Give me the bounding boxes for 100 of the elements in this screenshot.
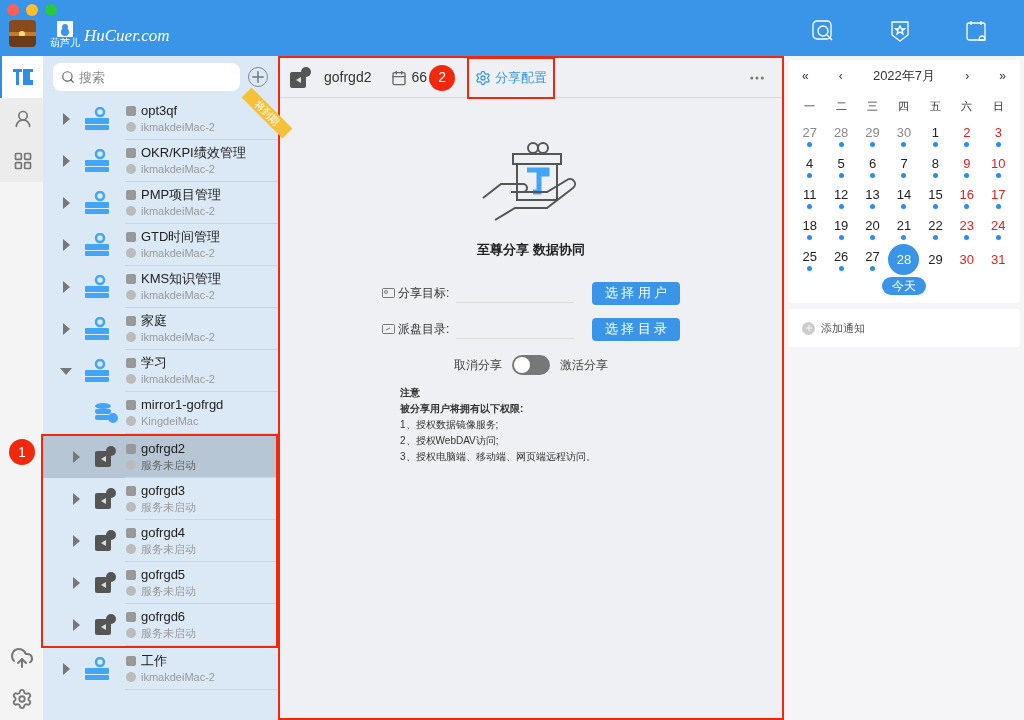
star-shield-icon[interactable] xyxy=(890,20,910,42)
caret-down-icon[interactable] xyxy=(60,367,72,375)
calendar-bell-icon[interactable] xyxy=(966,20,988,42)
day-cell[interactable]: 11 xyxy=(802,186,817,203)
caret-right-icon[interactable] xyxy=(62,663,70,675)
day-cell[interactable]: 31 xyxy=(991,251,1006,268)
day-cell[interactable]: 29 xyxy=(865,124,880,141)
cloud-upload-icon[interactable] xyxy=(9,646,34,670)
rail-tab[interactable] xyxy=(0,56,43,98)
day-cell[interactable]: 27 xyxy=(802,124,817,141)
day-cell[interactable]: 2 xyxy=(963,124,971,141)
item-host: ikmakdeiMac-2 xyxy=(141,287,215,303)
type-icon xyxy=(125,356,137,369)
share-folder-icon xyxy=(288,65,312,90)
caret-right-icon[interactable] xyxy=(62,281,70,293)
prev-month-button[interactable]: ‹ xyxy=(838,67,843,85)
item-host: ikmakdeiMac-2 xyxy=(141,669,215,685)
day-cell[interactable]: 6 xyxy=(868,155,877,172)
day-cell[interactable]: 25 xyxy=(802,248,817,265)
add-notice-label: 添加通知 xyxy=(821,320,865,336)
host-icon xyxy=(125,120,137,133)
day-cell[interactable]: 10 xyxy=(991,155,1006,172)
type-icon xyxy=(125,188,137,201)
weekday-label: 一 xyxy=(803,99,817,114)
day-cell[interactable]: 5 xyxy=(837,155,845,172)
caret-right-icon[interactable] xyxy=(62,155,70,167)
month-title: 2022年7月 xyxy=(872,67,936,86)
logo-subtitle: 葫芦儿 xyxy=(50,38,80,48)
host-icon xyxy=(125,330,137,343)
day-cell[interactable]: 12 xyxy=(833,186,849,203)
share-folder-icon xyxy=(93,529,117,553)
minimize-button[interactable] xyxy=(26,4,38,16)
item-host: ikmakdeiMac-2 xyxy=(141,329,215,345)
notes-heading: 注意 xyxy=(400,385,421,400)
caret-right-icon[interactable] xyxy=(72,493,80,505)
tree-item[interactable]: gofrgd2 服务未启动 xyxy=(43,436,276,478)
caret-right-icon[interactable] xyxy=(62,113,70,125)
day-cell[interactable]: 26 xyxy=(833,248,849,265)
day-cell[interactable]: 17 xyxy=(991,186,1006,203)
gear-icon xyxy=(475,69,492,86)
day-cell[interactable]: 1 xyxy=(931,124,940,141)
day-cell[interactable]: 30 xyxy=(896,124,912,141)
search-icon xyxy=(61,70,75,84)
settings-icon[interactable] xyxy=(10,688,33,710)
host-icon xyxy=(125,414,137,427)
item-name: opt3qf xyxy=(141,102,178,119)
day-cell[interactable]: 14 xyxy=(896,186,912,203)
day-cell[interactable]: 8 xyxy=(931,155,940,172)
day-cell[interactable]: 15 xyxy=(928,186,943,203)
type-icon xyxy=(125,568,137,581)
day-cell[interactable]: 23 xyxy=(959,217,975,234)
apps-icon xyxy=(12,151,33,171)
type-icon xyxy=(125,272,137,285)
caret-right-icon[interactable] xyxy=(62,323,70,335)
day-cell[interactable]: 20 xyxy=(865,217,880,234)
day-cell[interactable]: 9 xyxy=(963,155,971,172)
prev-year-button[interactable]: « xyxy=(802,67,809,85)
drive-icon xyxy=(83,359,111,383)
item-name: mirror1-gofrgd xyxy=(141,396,224,413)
share-folder-icon xyxy=(93,487,117,511)
search-field[interactable]: 搜索 xyxy=(53,63,240,91)
next-month-button[interactable]: › xyxy=(965,67,970,85)
type-icon xyxy=(125,230,137,243)
item-host: KingdeiMac xyxy=(141,413,199,429)
day-cell[interactable]: 4 xyxy=(806,155,814,172)
day-cell[interactable]: 16 xyxy=(959,186,975,203)
day-cell[interactable]: 30 xyxy=(959,251,975,268)
caret-right-icon[interactable] xyxy=(72,535,80,547)
day-cell[interactable]: 28 xyxy=(833,124,849,141)
drive-icon xyxy=(83,107,111,131)
notes-line: 1、授权数据镜像服务; xyxy=(400,417,500,432)
day-cell[interactable]: 22 xyxy=(928,217,943,234)
caret-right-icon[interactable] xyxy=(62,239,70,251)
share-folder-icon xyxy=(93,571,117,595)
day-cell[interactable]: 18 xyxy=(802,217,817,234)
caret-right-icon[interactable] xyxy=(62,197,70,209)
day-cell[interactable]: 19 xyxy=(833,217,849,234)
type-icon xyxy=(125,526,137,539)
user-icon xyxy=(12,109,33,129)
day-cell[interactable]: 29 xyxy=(928,251,943,268)
item-name: PMP项目管理 xyxy=(141,186,222,203)
day-cell[interactable]: 21 xyxy=(896,217,912,234)
next-year-button[interactable]: » xyxy=(999,67,1006,85)
host-icon xyxy=(125,204,137,217)
notice-card[interactable]: 添加通知 xyxy=(788,309,1020,347)
caret-right-icon[interactable] xyxy=(72,619,80,631)
item-name: 工作 xyxy=(141,652,167,669)
caret-right-icon[interactable] xyxy=(72,577,80,589)
caret-right-icon[interactable] xyxy=(72,451,80,463)
field-label: 派盘目录: xyxy=(398,321,451,338)
drive-icon xyxy=(83,317,111,341)
host-icon xyxy=(125,246,137,259)
day-cell[interactable]: 27 xyxy=(865,248,880,265)
share-toggle[interactable] xyxy=(512,354,550,375)
day-cell[interactable]: 3 xyxy=(994,124,1002,141)
host-icon xyxy=(125,542,137,555)
day-cell[interactable]: 13 xyxy=(865,186,880,203)
notes-subheading: 被分享用户将拥有以下权限: xyxy=(400,401,525,416)
day-cell[interactable]: 24 xyxy=(991,217,1006,234)
day-cell[interactable]: 7 xyxy=(900,155,908,172)
